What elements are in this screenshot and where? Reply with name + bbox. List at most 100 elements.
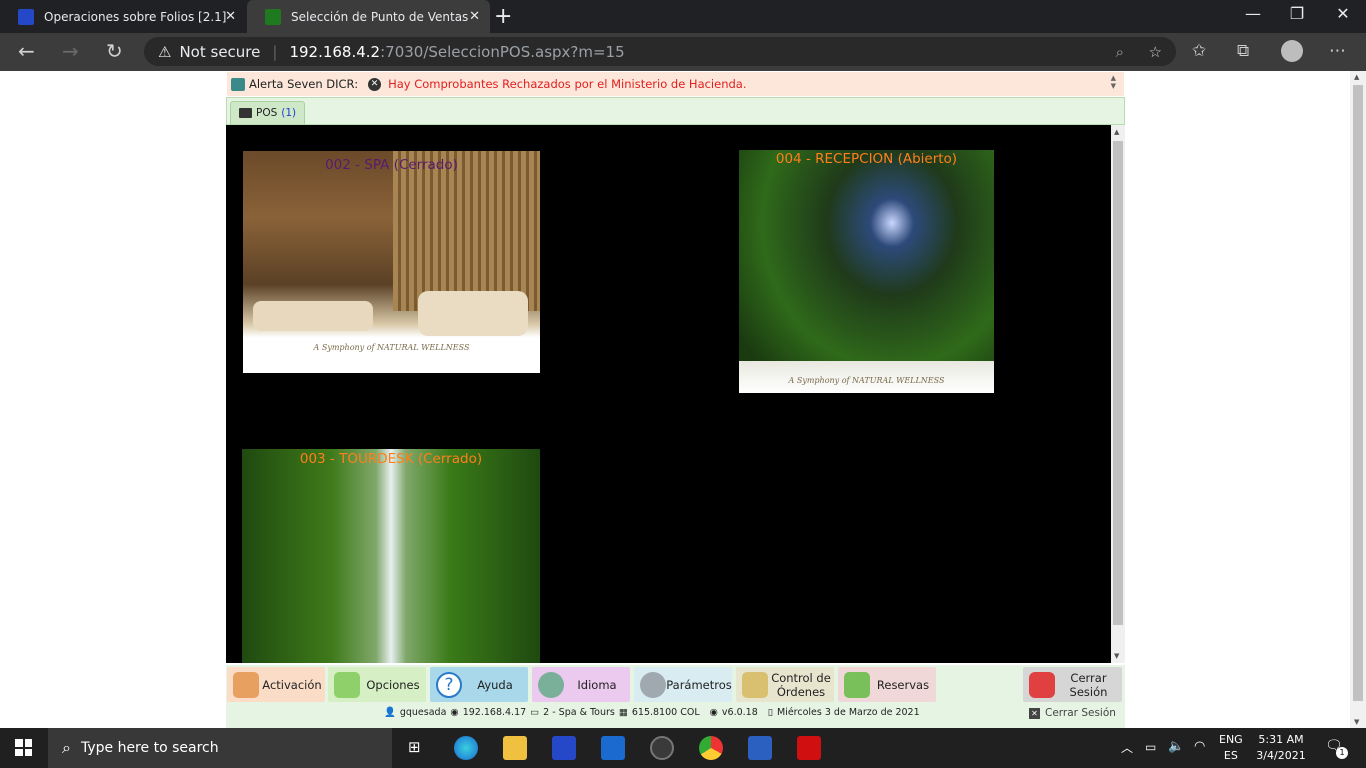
add-favorite-icon[interactable]: ☆ bbox=[1149, 43, 1162, 61]
clock-time: 5:31 AM bbox=[1258, 733, 1304, 746]
pos-card-caption: 003 - TOURDESK (Cerrado) bbox=[299, 451, 483, 467]
back-icon[interactable]: ← bbox=[18, 39, 35, 63]
logout-stop-icon bbox=[1029, 671, 1055, 698]
new-tab-icon[interactable]: + bbox=[494, 4, 512, 29]
tab-pos[interactable]: POS (1) bbox=[230, 101, 306, 124]
browser-tab-strip: Operaciones sobre Folios [2.1] ✕ Selecci… bbox=[0, 0, 1366, 33]
power-app-icon[interactable] bbox=[650, 736, 674, 760]
browser-tab-folios[interactable]: Operaciones sobre Folios [2.1] ✕ bbox=[0, 0, 246, 33]
network-globe-icon: ◉ bbox=[450, 707, 459, 718]
clock-date: 3/4/2021 bbox=[1256, 749, 1306, 762]
show-hidden-icons-chevron-icon[interactable]: ︿ bbox=[1121, 739, 1133, 756]
pos-card-caption: 002 - SPA (Cerrado) bbox=[325, 157, 458, 173]
company-icon: ▭ bbox=[530, 707, 540, 718]
tab-title: Selección de Punto de Ventas bbox=[291, 9, 469, 24]
forward-icon[interactable]: → bbox=[62, 39, 79, 63]
browser-tab-seleccion[interactable]: Selección de Punto de Ventas ✕ bbox=[247, 0, 490, 33]
user-icon: 👤 bbox=[384, 707, 396, 718]
menu-parametros-button[interactable]: Parámetros bbox=[634, 667, 732, 702]
tab-title: Operaciones sobre Folios [2.1] bbox=[44, 9, 227, 24]
status-date: Miércoles 3 de Marzo de 2021 bbox=[777, 707, 920, 718]
pos-card-tourdesk[interactable]: 003 - TOURDESK (Cerrado) bbox=[242, 449, 540, 663]
volume-icon[interactable]: 🔈 bbox=[1168, 739, 1184, 754]
word-icon[interactable] bbox=[748, 736, 772, 760]
alert-message[interactable]: Hay Comprobantes Rechazados por el Minis… bbox=[388, 77, 746, 91]
clock[interactable]: 5:31 AM 3/4/2021 bbox=[1256, 732, 1306, 764]
site-favicon-icon bbox=[265, 8, 281, 25]
page-content: Alerta Seven DICR: ✕ Hay Comprobantes Re… bbox=[0, 71, 1366, 728]
site-favicon-icon bbox=[18, 8, 34, 25]
address-toolbar: ← → ↻ ⚠ Not secure | 192.168.4.2:7030/Se… bbox=[0, 33, 1366, 71]
network-icon[interactable]: ◠ bbox=[1194, 739, 1205, 754]
url-bar[interactable]: ⚠ Not secure | 192.168.4.2:7030/Seleccio… bbox=[144, 37, 1176, 66]
recepcion-card-footer-text: A Symphony of NATURAL WELLNESS bbox=[788, 376, 945, 385]
close-window-icon[interactable]: ✕ bbox=[1320, 4, 1366, 23]
menu-idioma-button[interactable]: Idioma bbox=[532, 667, 630, 702]
status-ip: 192.168.4.17 bbox=[462, 707, 527, 718]
menu-reservas-button[interactable]: Reservas bbox=[838, 667, 936, 702]
pos-card-caption: 004 - RECEPCION (Abierto) bbox=[775, 151, 958, 167]
page-scroll-down-icon[interactable]: ▼ bbox=[1354, 718, 1359, 726]
pos-card-recepcion[interactable]: A Symphony of NATURAL WELLNESS 004 - REC… bbox=[739, 150, 994, 393]
page-scroll-up-icon[interactable]: ▲ bbox=[1354, 73, 1359, 81]
minimize-icon[interactable]: — bbox=[1230, 4, 1276, 23]
language-indicator[interactable]: ENG ES bbox=[1219, 732, 1243, 764]
menu-cerrar-sesion-button[interactable]: Cerrar Sesión bbox=[1023, 667, 1122, 702]
pos-card-spa[interactable]: A Symphony of NATURAL WELLNESS 002 - SPA… bbox=[243, 151, 540, 373]
edge-app-icon[interactable] bbox=[454, 736, 478, 760]
close-tab-icon[interactable]: ✕ bbox=[225, 9, 236, 24]
close-circle-icon[interactable]: ✕ bbox=[368, 77, 382, 91]
windows-start-icon[interactable] bbox=[15, 739, 32, 756]
status-logout-link[interactable]: ✕ Cerrar Sesión bbox=[1029, 707, 1116, 719]
status-user: gquesada bbox=[399, 707, 447, 718]
menu-control-ordenes-button[interactable]: Control de Órdenes bbox=[736, 667, 834, 702]
close-box-icon: ✕ bbox=[1029, 707, 1040, 719]
file-explorer-icon[interactable] bbox=[503, 736, 527, 760]
menu-opciones-button[interactable]: Opciones bbox=[328, 667, 426, 702]
collections-icon[interactable]: ⧉ bbox=[1237, 41, 1249, 61]
scroll-up-icon[interactable]: ▲ bbox=[1114, 128, 1119, 136]
hotel-app-icon[interactable] bbox=[552, 736, 576, 760]
status-version: v6.0.18 bbox=[721, 707, 758, 718]
acrobat-icon[interactable] bbox=[797, 736, 821, 760]
page-scrollbar[interactable]: ▲ ▼ bbox=[1350, 71, 1366, 728]
close-tab-icon[interactable]: ✕ bbox=[469, 9, 480, 24]
battery-icon[interactable]: ▭ bbox=[1145, 740, 1156, 754]
more-menu-icon[interactable]: ⋯ bbox=[1329, 41, 1346, 61]
outlook-icon[interactable] bbox=[601, 736, 625, 760]
favorites-icon[interactable]: ✩ bbox=[1192, 41, 1206, 61]
pos-tabs-bar: POS (1) bbox=[226, 97, 1125, 125]
exchange-rate-icon: ▦ bbox=[618, 707, 628, 718]
security-indicator[interactable]: ⚠ Not secure bbox=[158, 43, 260, 61]
activation-user-icon bbox=[233, 671, 259, 698]
profile-avatar-icon[interactable] bbox=[1281, 40, 1303, 62]
search-icon: ⌕ bbox=[62, 738, 71, 757]
notification-count-badge: 1 bbox=[1336, 747, 1348, 759]
language-globe-icon bbox=[538, 671, 564, 698]
menu-ayuda-button[interactable]: ? Ayuda bbox=[430, 667, 528, 702]
refresh-icon[interactable]: ↻ bbox=[106, 39, 123, 63]
status-bar: 👤 gquesada ◉ 192.168.4.17 ▭ 2 - Spa & To… bbox=[226, 703, 1125, 728]
alert-bar: Alerta Seven DICR: ✕ Hay Comprobantes Re… bbox=[227, 72, 1124, 96]
alert-scroll-arrows-icon[interactable]: ▲ ▼ bbox=[1111, 74, 1116, 90]
chrome-icon[interactable] bbox=[699, 736, 723, 760]
scroll-down-icon[interactable]: ▼ bbox=[1114, 652, 1119, 660]
main-menu-bar: Activación Opciones ? Ayuda Idioma Parám… bbox=[226, 665, 1125, 703]
warning-icon: ⚠ bbox=[158, 42, 172, 61]
status-rate: 615.8100 COL bbox=[631, 707, 700, 718]
windows-taskbar: ⌕ Type here to search ⊞ ︿ ▭ 🔈 ◠ ENG ES 5… bbox=[0, 728, 1366, 768]
task-view-icon[interactable]: ⊞ bbox=[408, 738, 421, 756]
orders-pencil-icon bbox=[742, 671, 768, 698]
taskbar-search-box[interactable]: ⌕ Type here to search bbox=[48, 728, 392, 768]
security-label: Not secure bbox=[179, 42, 261, 61]
restore-icon[interactable]: ❐ bbox=[1274, 4, 1320, 23]
menu-activacion-button[interactable]: Activación bbox=[227, 667, 325, 702]
page-scroll-thumb[interactable] bbox=[1353, 85, 1363, 701]
zoom-icon[interactable]: ⌕ bbox=[1116, 43, 1124, 61]
options-grid-icon bbox=[334, 671, 360, 698]
pos-grid-scrollbar[interactable]: ▲ ▼ bbox=[1111, 125, 1125, 663]
pos-grid: A Symphony of NATURAL WELLNESS 002 - SPA… bbox=[226, 125, 1111, 663]
pos-grid-scroll-thumb[interactable] bbox=[1113, 141, 1123, 625]
store-icon bbox=[239, 108, 252, 118]
settings-gears-icon bbox=[640, 671, 666, 698]
